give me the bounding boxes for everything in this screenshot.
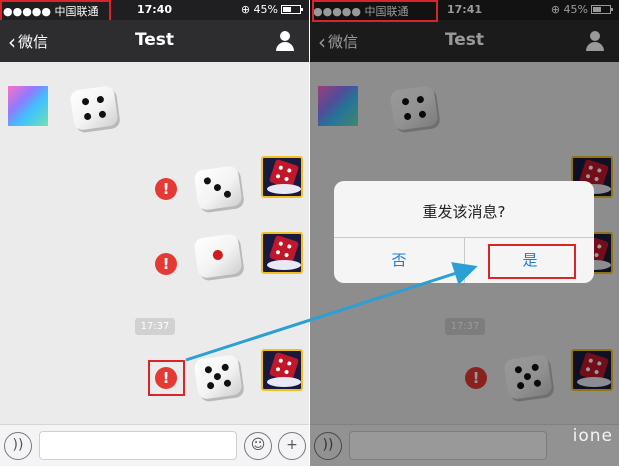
dice-message-incoming (69, 85, 119, 131)
error-highlight-box (148, 360, 185, 396)
nav-bar: ‹ 微信 Test (0, 20, 309, 62)
dice-message-outgoing (193, 165, 243, 211)
dice-message-outgoing (193, 354, 243, 400)
person-icon[interactable] (275, 31, 295, 51)
message-input[interactable] (39, 431, 237, 460)
dice-message-outgoing (193, 233, 243, 279)
plus-icon[interactable]: + (278, 432, 306, 460)
no-button[interactable]: 否 (334, 238, 464, 283)
my-avatar[interactable] (261, 232, 303, 274)
send-failed-icon[interactable]: ! (155, 178, 177, 200)
yes-highlight-box (488, 244, 576, 279)
battery-icon (281, 5, 303, 14)
right-screen: ●●●●● 中国联通 17:41 ⊕ 45% ‹ 微信 Test 17:37 ! … (310, 0, 619, 466)
alert-message: 重发该消息? (422, 203, 506, 221)
chat-title: Test (134, 30, 175, 50)
carrier-highlight-box (312, 0, 438, 22)
send-failed-icon[interactable]: ! (155, 253, 177, 275)
left-screen: ●●●●● 中国联通 17:40 ⊕ 45% ‹ 微信 Test ! ! 17:3… (0, 0, 309, 466)
input-bar: )) ☺ + (0, 424, 309, 466)
battery-label: ⊕ 45% (240, 3, 278, 16)
carrier-highlight-box (0, 0, 111, 22)
voice-icon[interactable]: )) (4, 432, 32, 460)
my-avatar[interactable] (261, 156, 303, 198)
contact-avatar[interactable] (8, 86, 48, 126)
battery-indicator: ⊕ 45% (240, 3, 303, 16)
emoji-icon[interactable]: ☺ (244, 432, 272, 460)
message-timestamp: 17:37 (135, 318, 175, 335)
my-avatar[interactable] (261, 349, 303, 391)
watermark: ione (572, 426, 613, 446)
